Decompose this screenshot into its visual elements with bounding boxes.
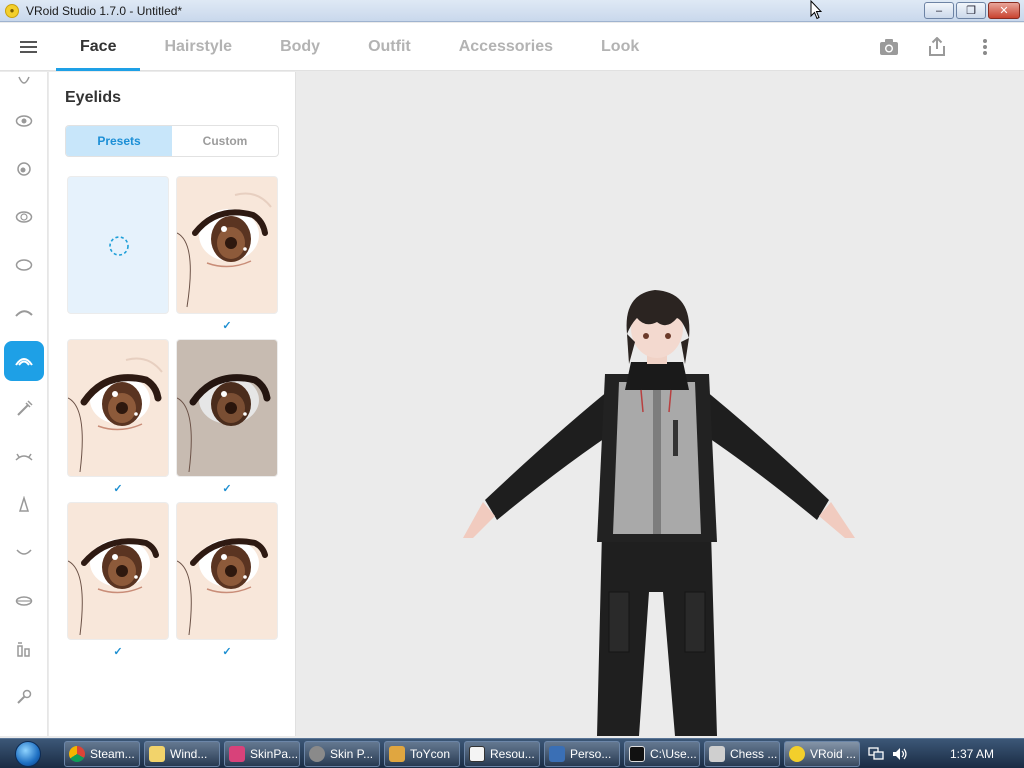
rail-item-eye-whites[interactable] bbox=[4, 197, 44, 237]
tab-look[interactable]: Look bbox=[577, 23, 663, 71]
minimize-button[interactable]: – bbox=[924, 2, 954, 19]
app-header: Face Hairstyle Body Outfit Accessories L… bbox=[0, 23, 1024, 71]
chrome-icon bbox=[69, 746, 85, 762]
face-shape-icon bbox=[15, 259, 33, 271]
preset-eyelid-3[interactable] bbox=[176, 339, 278, 477]
vroid-app-icon bbox=[789, 746, 805, 762]
tab-accessories[interactable]: Accessories bbox=[435, 23, 577, 71]
preset-3-check-icon: ✓ bbox=[222, 483, 232, 495]
rail-item-nose[interactable] bbox=[4, 485, 44, 525]
teeth-icon bbox=[17, 642, 30, 657]
window-titlebar: ● VRoid Studio 1.7.0 - Untitled* – ❐ ✕ bbox=[0, 0, 1024, 22]
rail-item-mouth[interactable] bbox=[4, 533, 44, 573]
preset-1-check-icon: ✓ bbox=[222, 320, 232, 332]
7zip-icon bbox=[629, 746, 645, 762]
box-icon bbox=[389, 746, 405, 762]
network-icon[interactable] bbox=[868, 747, 884, 761]
monitor-icon bbox=[549, 746, 565, 762]
rail-item-face-shape[interactable] bbox=[4, 245, 44, 285]
presets-custom-toggle: Presets Custom bbox=[65, 125, 279, 157]
ear-icon bbox=[17, 689, 32, 704]
preset-5-check-icon: ✓ bbox=[222, 646, 232, 658]
taskbar-item-skinpaint[interactable]: SkinPa... bbox=[224, 741, 300, 767]
eye-preview bbox=[177, 538, 268, 636]
rail-item-iris[interactable] bbox=[4, 149, 44, 189]
tab-hairstyle[interactable]: Hairstyle bbox=[140, 23, 256, 71]
preset-eyelid-4[interactable] bbox=[67, 502, 169, 640]
document-icon bbox=[469, 746, 485, 762]
tab-outfit[interactable]: Outfit bbox=[344, 23, 435, 71]
rail-item-eyelash[interactable] bbox=[4, 389, 44, 429]
mouse-cursor-icon bbox=[810, 0, 822, 20]
rail-item-eyeline[interactable] bbox=[4, 437, 44, 477]
mouth-icon bbox=[16, 549, 32, 555]
more-vert-icon[interactable] bbox=[974, 36, 996, 58]
eyelash-icon bbox=[17, 400, 33, 416]
rail-item-eyelid[interactable] bbox=[4, 341, 44, 381]
skinpaint-app-icon bbox=[229, 746, 245, 762]
chess-piece-icon bbox=[709, 746, 725, 762]
taskbar-item-personalization[interactable]: Perso... bbox=[544, 741, 620, 767]
system-clock[interactable]: 1:37 AM bbox=[950, 747, 994, 761]
export-icon[interactable] bbox=[926, 36, 948, 58]
taskbar-item-windows-explorer[interactable]: Wind... bbox=[144, 741, 220, 767]
tab-face[interactable]: Face bbox=[56, 23, 141, 71]
taskbar-item-chess[interactable]: Chess ... bbox=[704, 741, 780, 767]
segment-presets[interactable]: Presets bbox=[66, 126, 172, 156]
face-overview-icon bbox=[18, 76, 30, 84]
eyelid-icon bbox=[15, 358, 33, 366]
taskbar-item-steam[interactable]: Steam... bbox=[64, 741, 140, 767]
preset-eyelid-2[interactable] bbox=[67, 339, 169, 477]
rail-item-eyebrow[interactable] bbox=[4, 293, 44, 333]
eye-icon bbox=[15, 115, 33, 127]
rail-item-eye[interactable] bbox=[4, 101, 44, 141]
app-icon bbox=[309, 746, 325, 762]
system-tray bbox=[864, 739, 1024, 768]
preset-4-check-icon: ✓ bbox=[113, 646, 123, 658]
start-button[interactable] bbox=[2, 740, 54, 768]
eye-whites-icon bbox=[15, 211, 33, 223]
eye-preview bbox=[68, 357, 163, 473]
avatar-model bbox=[463, 290, 855, 736]
taskbar-item-skin-p[interactable]: Skin P... bbox=[304, 741, 380, 767]
preset-2-check-icon: ✓ bbox=[113, 483, 123, 495]
eyelids-panel: Eyelids Presets Custom ✓ ✓ ✓ ✓ ✓ bbox=[49, 72, 296, 736]
taskbar-item-vroid[interactable]: VRoid ... bbox=[784, 741, 860, 767]
eyebrow-icon bbox=[15, 310, 33, 317]
rail-item-teeth[interactable] bbox=[4, 629, 44, 669]
windows-logo-icon bbox=[15, 741, 41, 767]
volume-icon[interactable] bbox=[892, 747, 908, 761]
lips-icon bbox=[15, 596, 33, 606]
face-category-rail bbox=[0, 72, 48, 736]
nose-icon bbox=[18, 496, 30, 512]
segment-custom[interactable]: Custom bbox=[172, 126, 278, 156]
close-button[interactable]: ✕ bbox=[988, 2, 1020, 19]
rail-item-ear[interactable] bbox=[4, 677, 44, 717]
tab-body[interactable]: Body bbox=[256, 23, 344, 71]
eye-preview bbox=[177, 192, 272, 308]
preset-eyelid-1[interactable] bbox=[176, 176, 278, 314]
windows-taskbar: Steam... Wind... SkinPa... Skin P... ToY… bbox=[0, 738, 1024, 768]
eyeline-icon bbox=[15, 453, 33, 461]
vroid-logo-icon: ● bbox=[5, 3, 19, 18]
iris-icon bbox=[17, 162, 31, 176]
hamburger-icon bbox=[19, 40, 37, 53]
taskbar-item-toycon[interactable]: ToYcon bbox=[384, 741, 460, 767]
eye-preview bbox=[68, 538, 159, 636]
rail-item-lips[interactable] bbox=[4, 581, 44, 621]
panel-title: Eyelids bbox=[65, 89, 122, 106]
preset-none[interactable] bbox=[67, 176, 169, 314]
main-tabs: Face Hairstyle Body Outfit Accessories L… bbox=[56, 23, 663, 71]
rail-item-face-overview[interactable] bbox=[4, 62, 44, 102]
window-title: VRoid Studio 1.7.0 - Untitled* bbox=[26, 3, 183, 18]
preset-eyelid-5[interactable] bbox=[176, 502, 278, 640]
taskbar-item-resource[interactable]: Resou... bbox=[464, 741, 540, 767]
taskbar-item-7zip[interactable]: C:\Use... bbox=[624, 741, 700, 767]
folder-icon bbox=[149, 746, 165, 762]
model-viewport[interactable] bbox=[297, 72, 1024, 736]
camera-icon[interactable] bbox=[878, 36, 900, 58]
eye-preview bbox=[177, 374, 271, 473]
restore-button[interactable]: ❐ bbox=[956, 2, 986, 19]
no-preset-icon bbox=[109, 236, 129, 256]
